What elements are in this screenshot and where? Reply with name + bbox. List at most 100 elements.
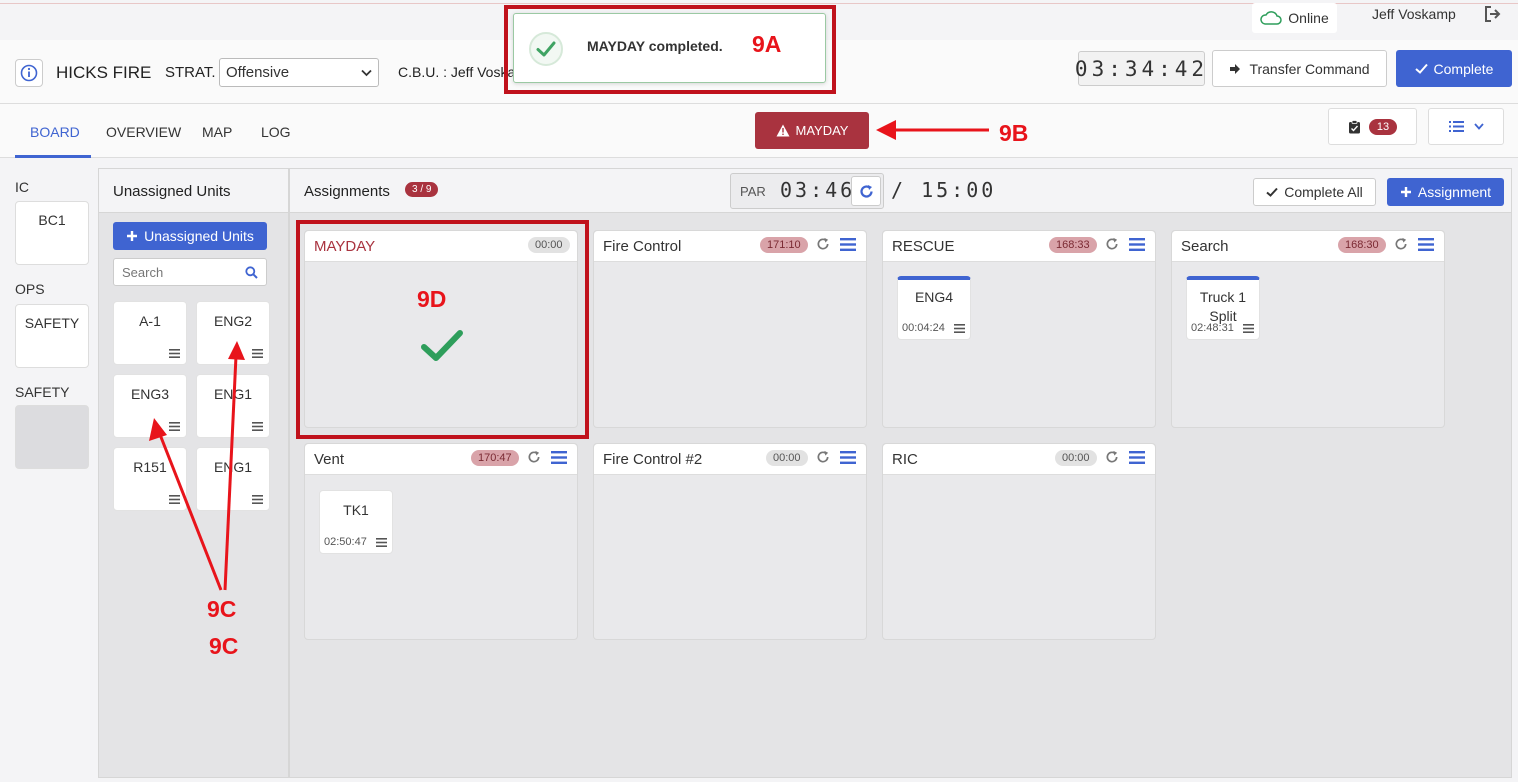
- incident-clock: 03:34:42: [1075, 51, 1205, 86]
- list-icon: [1448, 121, 1464, 132]
- assignment-title: RIC: [892, 451, 918, 468]
- unit-time: 02:48:31: [1191, 322, 1234, 334]
- menu-icon[interactable]: [376, 538, 387, 547]
- connection-status: Online: [1252, 3, 1337, 33]
- annotation-label-9b: 9B: [999, 120, 1029, 146]
- assignment-title: RESCUE: [892, 238, 955, 255]
- assigned-unit-card[interactable]: TK1 02:50:47: [319, 490, 393, 554]
- refresh-icon[interactable]: [527, 450, 541, 464]
- unit-card[interactable]: R151: [113, 447, 187, 511]
- assignment-timer: 170:47: [471, 450, 519, 466]
- menu-icon[interactable]: [1129, 238, 1145, 251]
- assigned-unit-card[interactable]: ENG4 00:04:24: [897, 276, 971, 340]
- menu-icon[interactable]: [169, 495, 180, 504]
- menu-icon[interactable]: [551, 451, 567, 464]
- par-time: 03:46: [780, 178, 856, 202]
- role-slot-ops[interactable]: SAFETY: [15, 304, 89, 368]
- unit-card[interactable]: ENG3: [113, 374, 187, 438]
- refresh-icon[interactable]: [816, 237, 830, 251]
- assignment-title: Vent: [314, 451, 345, 468]
- assignment-card-ric[interactable]: RIC 00:00: [882, 443, 1156, 640]
- assignment-timer: 171:10: [760, 237, 808, 253]
- annotation-label-9a: 9A: [752, 31, 782, 57]
- assignment-title: Fire Control #2: [603, 451, 703, 468]
- unit-time: 00:04:24: [902, 322, 945, 334]
- annotation-label-9d: 9D: [417, 286, 447, 312]
- menu-icon[interactable]: [1129, 451, 1145, 464]
- complete-button[interactable]: Complete: [1396, 50, 1512, 87]
- assignment-timer: 00:00: [1055, 450, 1097, 466]
- tab-overview[interactable]: OVERVIEW: [106, 124, 181, 140]
- unit-card[interactable]: ENG1: [196, 374, 270, 438]
- assignment-title: Search: [1181, 238, 1229, 255]
- role-slot-ic[interactable]: BC1: [15, 201, 89, 265]
- tab-map[interactable]: MAP: [202, 124, 232, 140]
- search-icon: [245, 265, 258, 279]
- warning-icon: [776, 124, 789, 137]
- menu-icon[interactable]: [252, 495, 263, 504]
- unit-card[interactable]: ENG2: [196, 301, 270, 365]
- refresh-icon[interactable]: [1105, 450, 1119, 464]
- menu-icon[interactable]: [252, 349, 263, 358]
- cloud-icon: [1260, 11, 1283, 25]
- assignment-card-fire-control[interactable]: Fire Control 171:10: [593, 230, 867, 428]
- role-label-safety: SAFETY: [15, 384, 70, 400]
- assignments-title: Assignments: [304, 183, 390, 200]
- par-total: / 15:00: [891, 178, 997, 202]
- menu-icon[interactable]: [954, 324, 965, 333]
- clipboard-icon: [1348, 119, 1360, 133]
- arrow-right-icon: [1230, 63, 1241, 74]
- menu-icon[interactable]: [169, 422, 180, 431]
- unit-card[interactable]: A-1: [113, 301, 187, 365]
- menu-icon[interactable]: [252, 422, 263, 431]
- annotation-frame-toast: [504, 5, 836, 94]
- add-unassigned-unit-button[interactable]: Unassigned Units: [113, 222, 267, 250]
- mayday-button[interactable]: MAYDAY: [755, 112, 869, 149]
- chevron-down-icon: [361, 69, 372, 76]
- refresh-icon[interactable]: [1394, 237, 1408, 251]
- assignment-card-fire-control-2[interactable]: Fire Control #2 00:00: [593, 443, 867, 640]
- info-icon: [20, 64, 38, 82]
- menu-icon[interactable]: [840, 451, 856, 464]
- plus-icon: [127, 231, 138, 241]
- search-placeholder: Search: [122, 264, 164, 280]
- complete-all-button[interactable]: Complete All: [1253, 178, 1376, 206]
- menu-icon[interactable]: [840, 238, 856, 251]
- assignment-card-search[interactable]: Search 168:30 Truck 1 Split 02:48:31: [1171, 230, 1445, 428]
- strategy-select[interactable]: Offensive: [219, 58, 379, 87]
- role-label-ops: OPS: [15, 281, 45, 297]
- menu-icon[interactable]: [169, 349, 180, 358]
- logout-icon[interactable]: [1483, 4, 1503, 27]
- view-options-button[interactable]: [1428, 108, 1504, 145]
- par-label: PAR: [740, 184, 766, 199]
- tab-board[interactable]: BOARD: [30, 124, 80, 140]
- unit-card[interactable]: ENG1: [196, 447, 270, 511]
- refresh-icon[interactable]: [816, 450, 830, 464]
- assignment-card-vent[interactable]: Vent 170:47 TK1 02:50:47: [304, 443, 578, 640]
- add-assignment-button[interactable]: Assignment: [1387, 178, 1504, 206]
- strategy-label: STRAT.: [165, 64, 216, 81]
- annotation-label-9c-repeat: 9C: [209, 633, 239, 659]
- par-reset-button[interactable]: [851, 176, 881, 206]
- transfer-command-button[interactable]: Transfer Command: [1212, 50, 1387, 87]
- notifications-button[interactable]: 13: [1328, 108, 1417, 145]
- chevron-down-icon: [1473, 123, 1484, 130]
- assignment-timer: 00:00: [766, 450, 808, 466]
- check-icon: [1266, 187, 1278, 197]
- role-slot-safety[interactable]: [15, 405, 89, 469]
- menu-icon[interactable]: [1418, 238, 1434, 251]
- search-input[interactable]: Search: [113, 258, 267, 286]
- assignment-card-rescue[interactable]: RESCUE 168:33 ENG4 00:04:24: [882, 230, 1156, 428]
- info-button[interactable]: [15, 59, 43, 87]
- unassigned-title: Unassigned Units: [113, 183, 231, 200]
- assigned-unit-card[interactable]: Truck 1 Split 02:48:31: [1186, 276, 1260, 340]
- unit-time: 02:50:47: [324, 536, 367, 548]
- assignment-timer: 168:30: [1338, 237, 1386, 253]
- tab-log[interactable]: LOG: [261, 124, 291, 140]
- check-icon: [1414, 63, 1428, 74]
- user-name: Jeff Voskamp: [1372, 6, 1456, 22]
- annotation-label-9c: 9C: [207, 596, 237, 622]
- refresh-icon[interactable]: [1105, 237, 1119, 251]
- menu-icon[interactable]: [1243, 324, 1254, 333]
- notifications-count: 13: [1368, 118, 1398, 135]
